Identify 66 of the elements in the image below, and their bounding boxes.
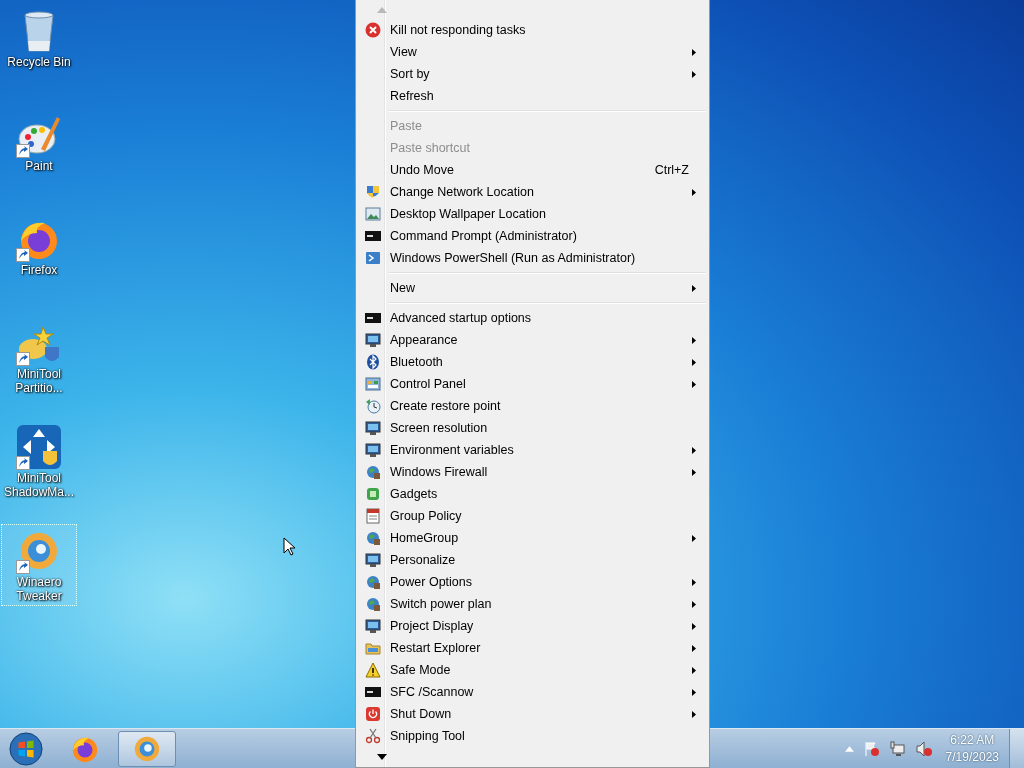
console-icon [365, 684, 381, 700]
menu-item[interactable]: Personalize [359, 549, 706, 571]
menu-item[interactable]: HomeGroup [359, 527, 706, 549]
taskbar-button[interactable] [118, 730, 176, 767]
desktop-icon[interactable]: Paint [1, 108, 77, 190]
clock-icon [365, 398, 381, 414]
menu-item[interactable]: Undo Move Ctrl+Z [359, 159, 706, 181]
monitor-icon [365, 420, 381, 436]
control-panel-icon [365, 376, 381, 392]
menu-item[interactable]: Refresh [359, 85, 706, 107]
monitor-icon [365, 552, 381, 568]
menu-item[interactable]: Shut Down [359, 703, 706, 725]
cursor-icon [283, 537, 295, 556]
menu-item[interactable]: New [359, 277, 706, 299]
image-icon [365, 206, 381, 222]
desktop-icon[interactable]: Recycle Bin [1, 4, 77, 86]
menu-item[interactable]: Safe Mode [359, 659, 706, 681]
console-icon [365, 228, 381, 244]
menu-item[interactable]: Control Panel [359, 373, 706, 395]
bluetooth-icon [365, 354, 381, 370]
warning-icon [365, 662, 381, 678]
globe-icon [365, 530, 381, 546]
scissors-icon [365, 728, 381, 744]
speaker-icon[interactable] [915, 740, 932, 757]
monitor-icon [365, 618, 381, 634]
menu-item[interactable]: Screen resolution [359, 417, 706, 439]
power-icon [365, 706, 381, 722]
menu-item[interactable]: Create restore point [359, 395, 706, 417]
gadget-icon [365, 486, 381, 502]
menu-item[interactable]: Kill not responding tasks [359, 19, 706, 41]
monitor-icon [365, 332, 381, 348]
globe-icon [365, 596, 381, 612]
menu-item[interactable]: Windows Firewall [359, 461, 706, 483]
console-icon [365, 310, 381, 326]
menu-item[interactable]: Gadgets [359, 483, 706, 505]
sync-arrows-icon [15, 423, 63, 471]
show-desktop-button[interactable] [1009, 728, 1024, 768]
error-icon [365, 22, 381, 38]
menu-item[interactable]: Sort by [359, 63, 706, 85]
globe-icon [365, 574, 381, 590]
shield-icon [365, 184, 381, 200]
scroll-down-icon[interactable] [377, 754, 387, 760]
menu-item[interactable]: Bluetooth [359, 351, 706, 373]
menu-item[interactable]: View [359, 41, 706, 63]
menu-item[interactable]: Switch power plan [359, 593, 706, 615]
menu-item[interactable]: Snipping Tool [359, 725, 706, 747]
menu-item[interactable]: Restart Explorer [359, 637, 706, 659]
menu-item[interactable]: Command Prompt (Administrator) [359, 225, 706, 247]
globe-icon [365, 464, 381, 480]
menu-item[interactable]: Advanced startup options [359, 307, 706, 329]
menu-item[interactable]: Change Network Location [359, 181, 706, 203]
menu-item[interactable]: Power Options [359, 571, 706, 593]
menu-item[interactable]: Windows PowerShell (Run as Administrator) [359, 247, 706, 269]
menu-item[interactable]: Environment variables [359, 439, 706, 461]
menu-item[interactable]: SFC /Scannow [359, 681, 706, 703]
menu-item[interactable]: Appearance [359, 329, 706, 351]
document-icon [365, 508, 381, 524]
network-icon[interactable] [889, 740, 906, 757]
terminal-icon [365, 250, 381, 266]
menu-item[interactable]: Desktop Wallpaper Location [359, 203, 706, 225]
monitor-icon [365, 442, 381, 458]
windows-logo-icon [9, 731, 43, 766]
menu-item[interactable]: Group Policy [359, 505, 706, 527]
menu-item[interactable]: Project Display [359, 615, 706, 637]
folder-icon [365, 640, 381, 656]
flag-icon[interactable] [863, 740, 880, 757]
